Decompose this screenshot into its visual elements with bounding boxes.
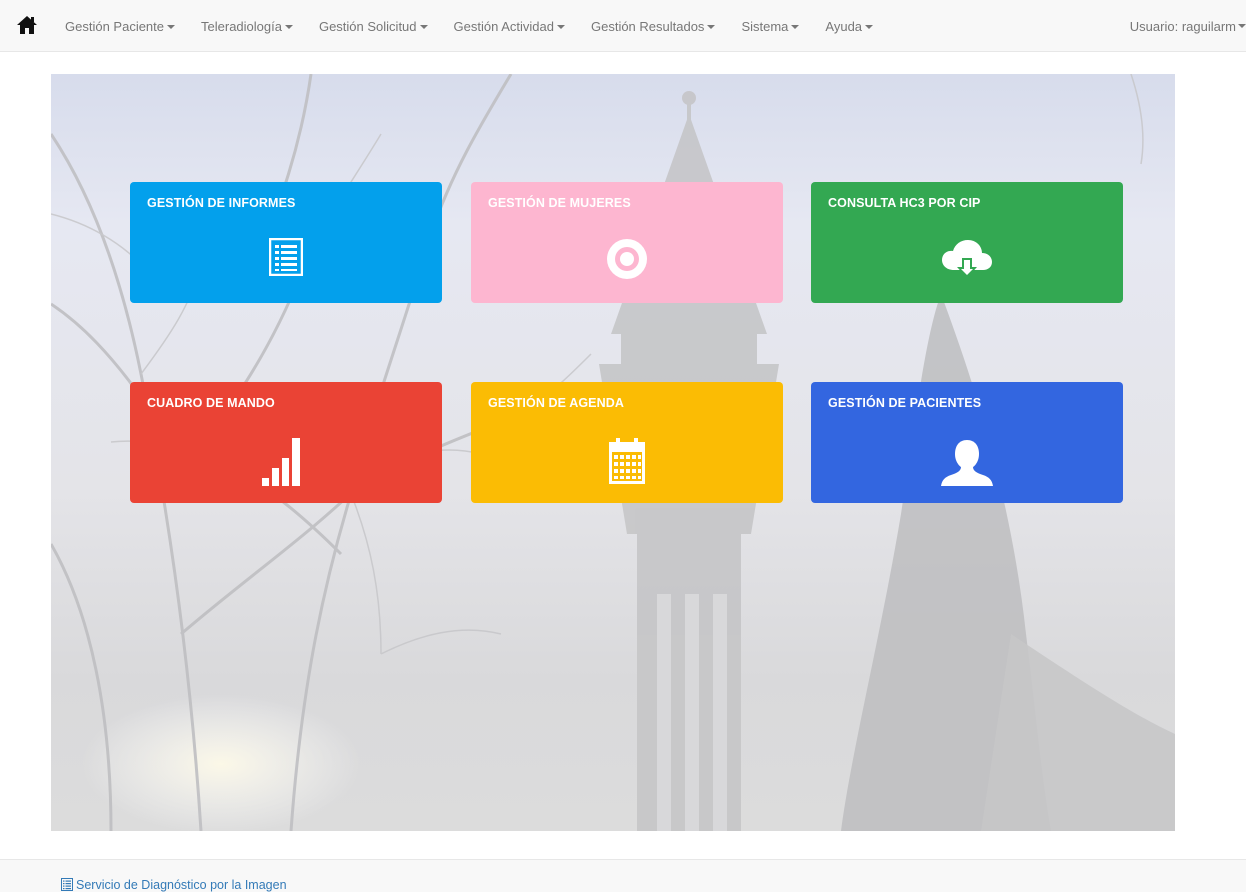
tile-gestion-informes[interactable]: GESTIÓN DE INFORMES <box>130 182 442 303</box>
calendar-icon <box>609 438 645 489</box>
menu-label: Gestión Actividad <box>453 18 554 34</box>
user-icon <box>941 438 993 491</box>
caret-down-icon <box>791 25 800 30</box>
menu-gestion-solicitud[interactable]: Gestión Solicitud <box>306 19 441 34</box>
tile-title: CUADRO DE MANDO <box>147 396 275 410</box>
menu-gestion-resultados[interactable]: Gestión Resultados <box>578 19 728 34</box>
tile-title: GESTIÓN DE INFORMES <box>147 196 296 210</box>
tile-consulta-hc3[interactable]: CONSULTA HC3 POR CIP <box>811 182 1123 303</box>
top-navbar: Gestión Paciente Teleradiología Gestión … <box>0 0 1246 52</box>
user-label: Usuario: raguilarm <box>1129 18 1236 34</box>
tile-gestion-pacientes[interactable]: GESTIÓN DE PACIENTES <box>811 382 1123 503</box>
menu-ayuda[interactable]: Ayuda <box>812 19 886 34</box>
menu-label: Gestión Solicitud <box>318 18 417 34</box>
cloud-download-icon <box>940 238 994 285</box>
caret-down-icon <box>284 25 293 30</box>
user-menu[interactable]: Usuario: raguilarm <box>1130 0 1246 52</box>
footer: Servicio de Diagnóstico por la Imagen <box>0 859 1246 892</box>
signal-bars-icon <box>262 438 310 491</box>
menu-label: Sistema <box>741 18 789 34</box>
caret-down-icon <box>167 25 176 30</box>
home-icon[interactable] <box>16 14 38 36</box>
menu-label: Gestión Paciente <box>65 18 165 34</box>
tile-title: CONSULTA HC3 POR CIP <box>828 196 981 210</box>
menu-gestion-paciente[interactable]: Gestión Paciente <box>52 19 188 34</box>
tile-gestion-mujeres[interactable]: GESTIÓN DE MUJERES <box>471 182 783 303</box>
menu-sistema[interactable]: Sistema <box>728 19 812 34</box>
caret-down-icon <box>1238 24 1246 28</box>
caret-down-icon <box>865 25 874 30</box>
footer-link-label: Servicio de Diagnóstico por la Imagen <box>76 878 287 892</box>
tile-title: GESTIÓN DE MUJERES <box>488 196 631 210</box>
tile-title: GESTIÓN DE PACIENTES <box>828 396 982 410</box>
main-menu: Gestión Paciente Teleradiología Gestión … <box>52 0 886 52</box>
target-ring-icon <box>606 238 648 285</box>
caret-down-icon <box>419 25 428 30</box>
caret-down-icon <box>556 25 565 30</box>
menu-teleradiologia[interactable]: Teleradiología <box>188 19 306 34</box>
list-document-icon <box>268 237 304 281</box>
tile-title: GESTIÓN DE AGENDA <box>488 396 624 410</box>
menu-label: Teleradiología <box>201 18 282 34</box>
tile-cuadro-mando[interactable]: CUADRO DE MANDO <box>130 382 442 503</box>
tile-gestion-agenda[interactable]: GESTIÓN DE AGENDA <box>471 382 783 503</box>
menu-label: Gestión Resultados <box>590 18 705 34</box>
menu-label: Ayuda <box>825 18 863 34</box>
hero-background: GESTIÓN DE INFORMES GESTIÓN DE MUJERES C… <box>51 74 1175 831</box>
menu-gestion-actividad[interactable]: Gestión Actividad <box>441 19 578 34</box>
caret-down-icon <box>707 25 716 30</box>
